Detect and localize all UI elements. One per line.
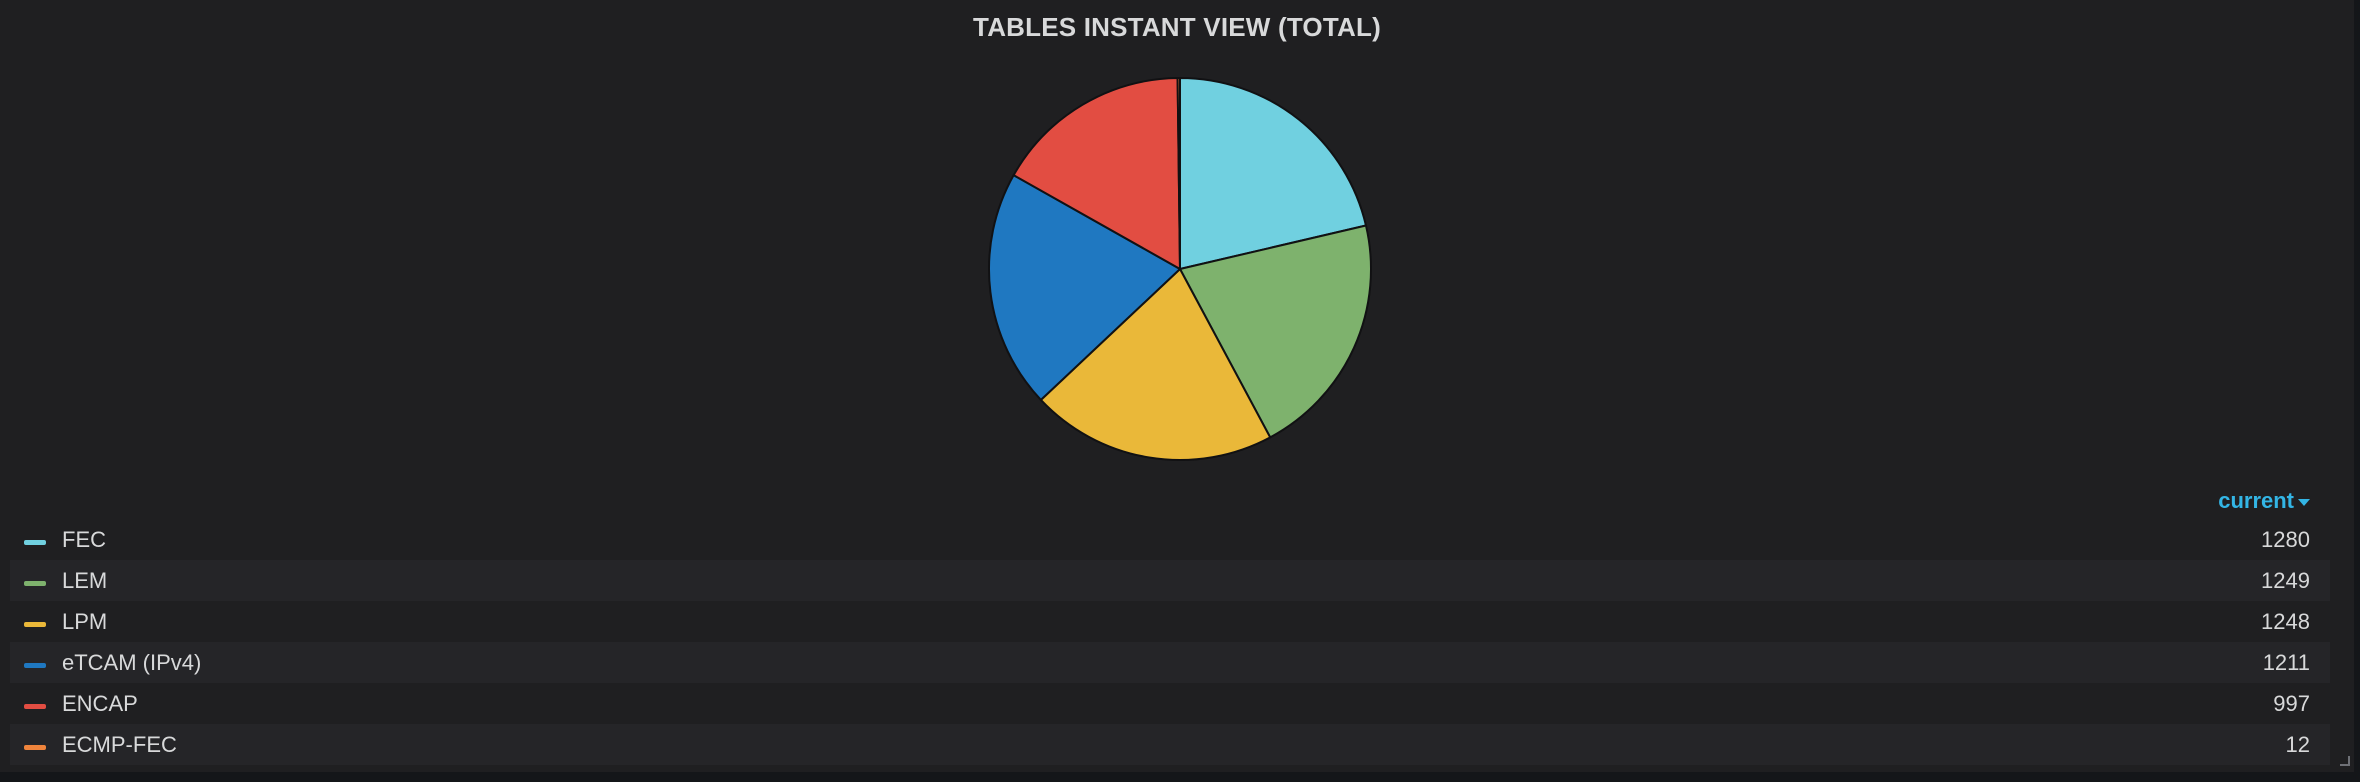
legend: FEC 1280 LEM 1249 LPM 1248 eTCAM (IPv4) 1211 ENC… xyxy=(10,519,2330,765)
legend-label[interactable]: LEM xyxy=(62,568,107,594)
legend-swatch[interactable] xyxy=(24,539,46,545)
chart-panel: TABLES INSTANT VIEW (TOTAL) current FEC 1… xyxy=(0,0,2354,772)
legend-item[interactable]: LPM 1248 xyxy=(10,601,2330,642)
legend-swatch[interactable] xyxy=(24,621,46,627)
legend-label[interactable]: ECMP-FEC xyxy=(62,732,177,758)
legend-swatch[interactable] xyxy=(24,744,46,750)
legend-value: 997 xyxy=(2273,690,2310,716)
legend-label[interactable]: eTCAM (IPv4) xyxy=(62,650,201,676)
legend-item[interactable]: ECMP-FEC 12 xyxy=(10,724,2330,765)
legend-item[interactable]: LEM 1249 xyxy=(10,560,2330,601)
legend-value: 1248 xyxy=(2261,608,2310,634)
legend-value: 1280 xyxy=(2261,526,2310,552)
resize-handle[interactable] xyxy=(2340,756,2350,766)
panel-title[interactable]: TABLES INSTANT VIEW (TOTAL) xyxy=(0,12,2354,43)
legend-item[interactable]: ENCAP 997 xyxy=(10,683,2330,724)
legend-value: 12 xyxy=(2285,731,2310,757)
legend-label[interactable]: LPM xyxy=(62,609,107,635)
legend-swatch[interactable] xyxy=(24,662,46,668)
legend-header-label: current xyxy=(2218,488,2294,513)
legend-value: 1249 xyxy=(2261,567,2310,593)
legend-item[interactable]: FEC 1280 xyxy=(10,519,2330,560)
legend-swatch[interactable] xyxy=(24,703,46,709)
caret-down-icon xyxy=(2298,498,2310,506)
legend-swatch[interactable] xyxy=(24,580,46,586)
legend-label[interactable]: ENCAP xyxy=(62,691,138,717)
legend-label[interactable]: FEC xyxy=(62,527,106,553)
pie-chart xyxy=(988,77,1372,461)
legend-item[interactable]: eTCAM (IPv4) 1211 xyxy=(10,642,2330,683)
legend-value: 1211 xyxy=(2262,649,2310,675)
legend-sort-current[interactable]: current xyxy=(2218,488,2310,514)
